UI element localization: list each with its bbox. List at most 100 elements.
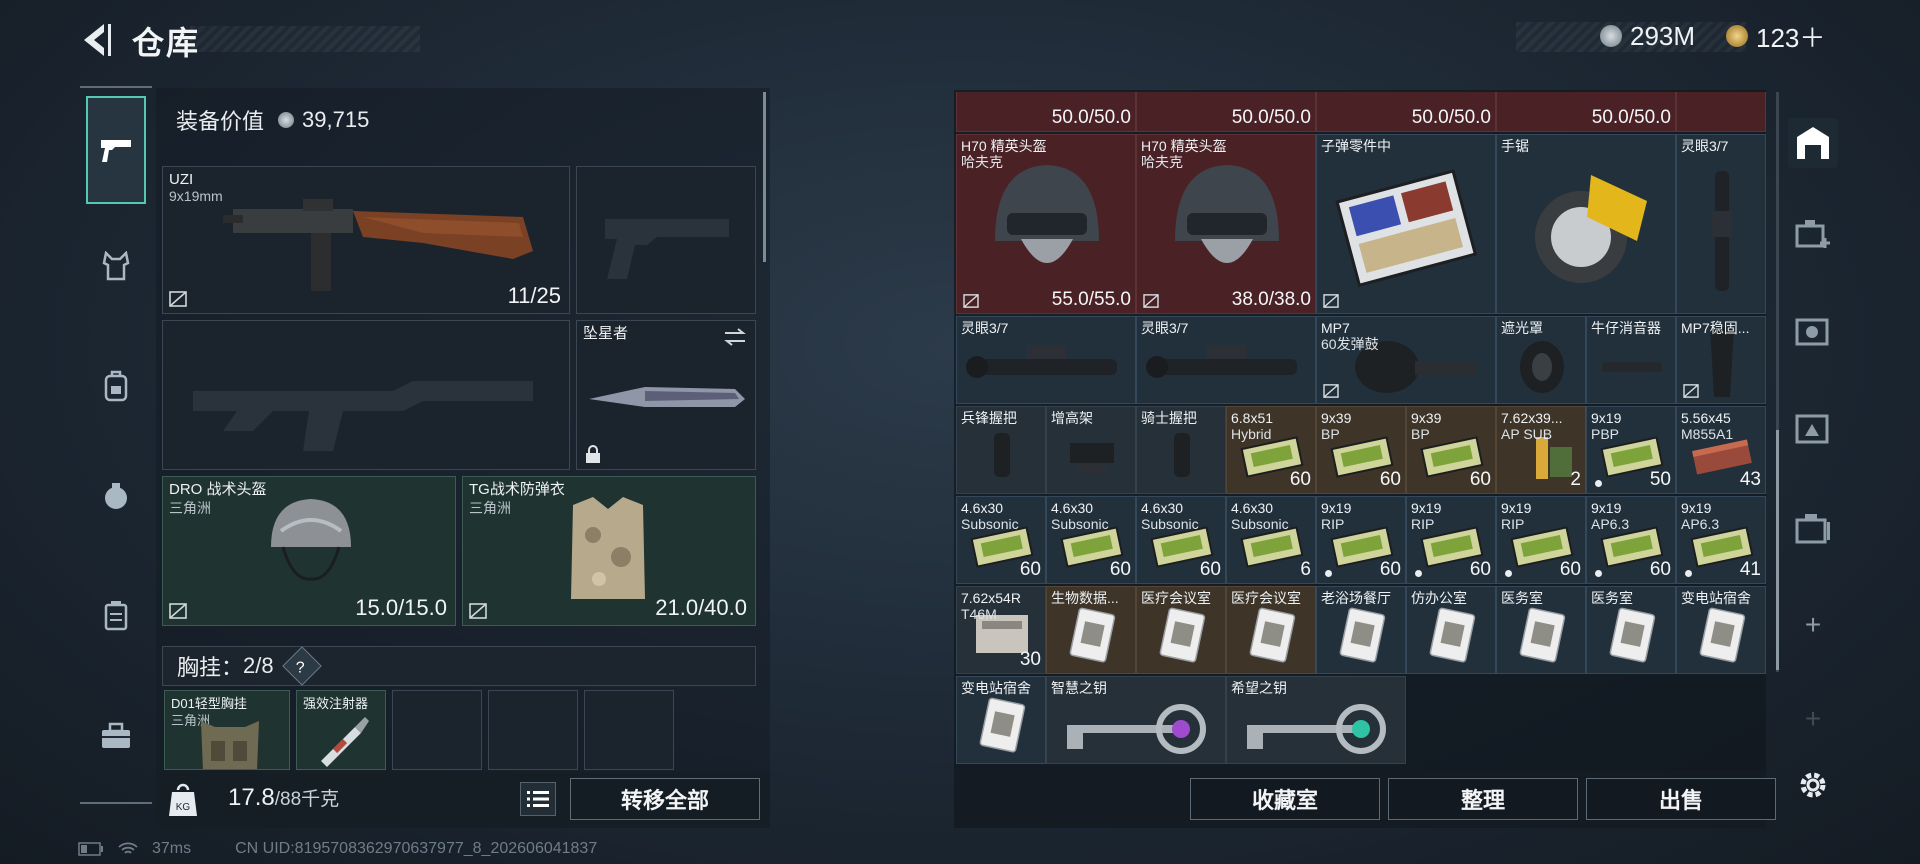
currency-havoc-coin[interactable]: 293M [1600,18,1695,54]
stash-item[interactable]: 4.6x30 Subsonic 60 [1136,496,1226,584]
stash-item[interactable]: 变电站宿舍 [1676,586,1766,674]
stash-tab-medical[interactable] [1788,210,1838,260]
stash-item[interactable]: 4.6x30 Subsonic 60 [1046,496,1136,584]
collection-room-button[interactable]: 收藏室 [1190,778,1380,820]
list-view-button[interactable] [520,782,556,816]
no-insurance-icon [169,291,187,307]
helmet-slot[interactable]: DRO 战术头盔 三角洲 15.0/15.0 [162,476,456,626]
stash-item[interactable]: 9x39 BP 60 [1406,406,1496,494]
stash-item[interactable]: 9x19 AP6.3 60 [1586,496,1676,584]
tab-pouch[interactable] [86,466,146,526]
stash-item[interactable]: 4.6x30 Subsonic 60 [956,496,1046,584]
stash-item[interactable]: H70 精英头盔 哈夫克 55.0/55.0 [956,134,1136,314]
stash-item[interactable]: 50.0/50.0 [1316,92,1496,132]
stash-item[interactable]: 医务室 [1586,586,1676,674]
settings-button[interactable] [1788,760,1838,810]
stash-item[interactable]: 遮光罩 [1496,316,1586,404]
stash-item[interactable]: 50.0/50.0 [1496,92,1676,132]
stash-item[interactable]: 9x19 RIP 60 [1496,496,1586,584]
stash-item[interactable]: 骑士握把 [1136,406,1226,494]
help-icon[interactable]: ? [281,646,322,686]
rail-divider-bottom [80,802,152,804]
stash-item[interactable]: 仿办公室 [1406,586,1496,674]
rig-item-slot[interactable]: 强效注射器 [296,690,386,770]
tab-chest-rig[interactable] [86,236,146,296]
stash-item[interactable]: 生物数据... [1046,586,1136,674]
stash-tab-scope[interactable] [1788,306,1838,356]
stash-item[interactable]: 医疗会议室 [1136,586,1226,674]
transfer-all-button[interactable]: 转移全部 [570,778,760,820]
stash-item[interactable]: 9x19 PBP 50 [1586,406,1676,494]
stash-item[interactable]: 9x19 RIP 60 [1406,496,1496,584]
organize-button[interactable]: 整理 [1388,778,1578,820]
stash-item[interactable]: 增高架 [1046,406,1136,494]
tab-backpack[interactable] [86,356,146,416]
rig-empty-slot[interactable] [488,690,578,770]
swap-icon[interactable] [723,327,747,347]
melee-slot[interactable]: 坠星者 [576,320,756,470]
item-name: 兵锋握把 [961,410,1017,426]
stash-item[interactable]: 9x39 BP 60 [1316,406,1406,494]
back-button[interactable] [78,20,114,60]
no-insurance-icon [963,294,979,308]
stash-item[interactable]: 灵眼3/7 [1676,134,1766,314]
add-stash-tab-button[interactable]: + [1788,600,1838,650]
rig-item-slot[interactable]: D01轻型胸挂 三角洲 [164,690,290,770]
primary-weapon-slot[interactable]: UZI 9x19mm 11/25 [162,166,570,314]
stash-item[interactable]: 50.0/50.0 [956,92,1136,132]
stash-item[interactable]: 灵眼3/7 [956,316,1136,404]
stash-item[interactable]: 变电站宿舍 [956,676,1046,764]
stash-item[interactable]: 兵锋握把 [956,406,1046,494]
loadout-scrollbar[interactable] [763,92,766,262]
stash-item[interactable]: 5.56x45 M855A1 43 [1676,406,1766,494]
stash-item[interactable]: 灵眼3/7 [1136,316,1316,404]
currency-premium[interactable]: 123＋ [1726,18,1825,54]
tab-weapons[interactable] [86,96,146,204]
stash-item[interactable]: 医疗会议室 [1226,586,1316,674]
item-name: 9x19 [1591,500,1622,516]
gear-box-icon [1795,414,1829,444]
stash-item[interactable]: 9x19 RIP 60 [1316,496,1406,584]
stash-item[interactable]: 手锯 [1496,134,1676,314]
sidearm-slot[interactable] [576,166,756,314]
stash-item[interactable]: 50.0/50.0 [1136,92,1316,132]
stash-item[interactable]: MP7稳固... [1676,316,1766,404]
stash-item[interactable]: 4.6x30 Subsonic 6 [1226,496,1316,584]
item-name: 5.56x45 [1681,410,1731,426]
stash-item[interactable]: 老浴场餐厅 [1316,586,1406,674]
sell-button[interactable]: 出售 [1586,778,1776,820]
rig-empty-slot[interactable] [584,690,674,770]
stash-item[interactable]: 9x19 AP6.3 41 [1676,496,1766,584]
tab-safe-case[interactable] [86,586,146,646]
stash-tab-equipment[interactable] [1788,404,1838,454]
secondary-weapon-slot[interactable] [162,320,570,470]
tab-toolbox[interactable] [86,706,146,766]
stash-item[interactable]: MP7 60发弹鼓 [1316,316,1496,404]
marked-dot-icon [1595,480,1602,487]
stash-scroll-thumb[interactable] [1776,430,1779,670]
item-subtitle: BP [1411,426,1430,442]
currency-amount: 293M [1630,20,1696,51]
stash-tab-main[interactable] [1788,118,1838,168]
armor-slot[interactable]: TG战术防弹衣 三角洲 21.0/40.0 [462,476,756,626]
stash-item[interactable]: H70 精英头盔 哈夫克 38.0/38.0 [1136,134,1316,314]
item-quantity: 50.0/50.0 [1591,107,1671,128]
stash-item[interactable]: 希望之钥 [1226,676,1406,764]
stash-item[interactable]: 智慧之钥 [1046,676,1226,764]
stash-tab-storage[interactable] [1788,504,1838,554]
stash-item[interactable]: 7.62x39... AP SUB 2 [1496,406,1586,494]
item-quantity: 60 [1559,559,1581,580]
list-icon [527,791,549,807]
rig-empty-slot[interactable] [392,690,482,770]
stash-item[interactable]: 7.62x54R T46M 30 [956,586,1046,674]
stash-item[interactable]: 子弹零件中 [1316,134,1496,314]
stash-item[interactable]: 医务室 [1496,586,1586,674]
item-name: 9x19 [1411,500,1442,516]
equipment-value: 装备价值 39,715 [176,104,369,136]
stash-item[interactable]: 牛仔消音器 [1586,316,1676,404]
stash-item[interactable]: 6.8x51 Hybrid 60 [1226,406,1316,494]
item-quantity: 50.0/50.0 [1411,107,1491,128]
item-quantity: 50.0/50.0 [1231,107,1311,128]
stash-item[interactable] [1676,92,1766,132]
item-quantity: 60 [1109,559,1131,580]
